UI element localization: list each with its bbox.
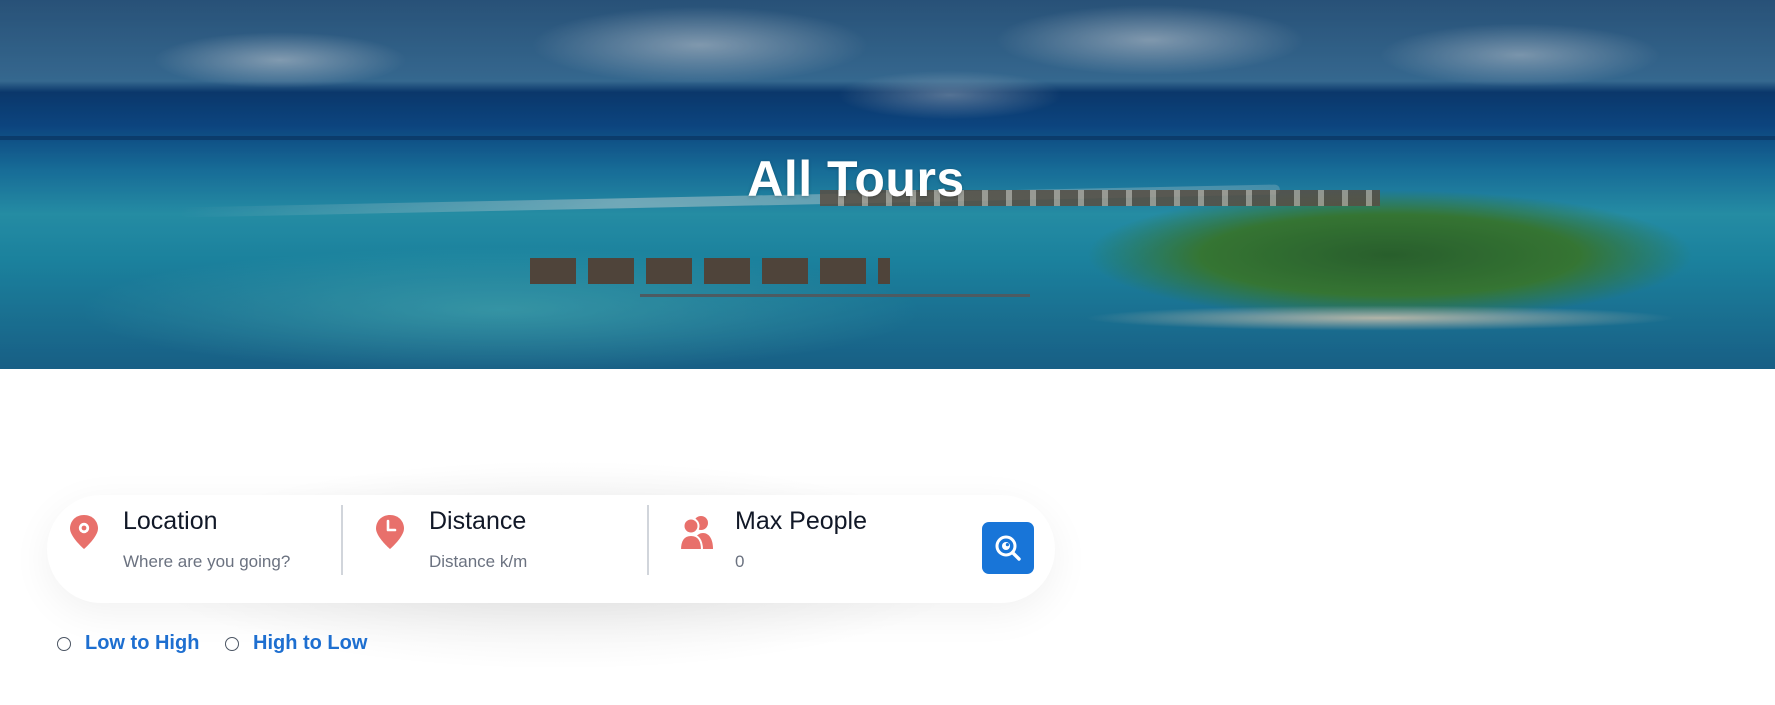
radio-low-to-high[interactable] [57,637,71,651]
field-divider [647,505,649,575]
max-people-label: Max People [735,507,868,535]
radio-high-to-low[interactable] [225,637,239,651]
max-people-field[interactable]: Max People [659,495,959,603]
search-icon [995,535,1021,561]
location-label: Location [123,507,218,535]
page-title: All Tours [747,151,965,207]
search-button[interactable] [982,522,1034,574]
max-people-input[interactable] [735,552,935,572]
location-field[interactable]: Location [47,495,342,603]
map-pin-icon [67,513,101,551]
location-input[interactable] [123,552,323,572]
distance-input[interactable] [429,552,629,572]
sort-low-to-high-label: Low to High [85,632,200,654]
sort-low-to-high[interactable]: Low to High [57,632,207,660]
distance-field[interactable]: Distance [353,495,648,603]
tour-search-bar: Location Distance Max People [47,495,1055,603]
group-icon [678,513,713,551]
sort-high-to-low-label: High to Low [253,632,368,654]
clock-pin-icon [373,513,407,551]
field-divider [341,505,343,575]
sort-high-to-low[interactable]: High to Low [225,632,375,660]
distance-label: Distance [429,507,527,535]
hero-banner: All Tours [0,0,1775,369]
